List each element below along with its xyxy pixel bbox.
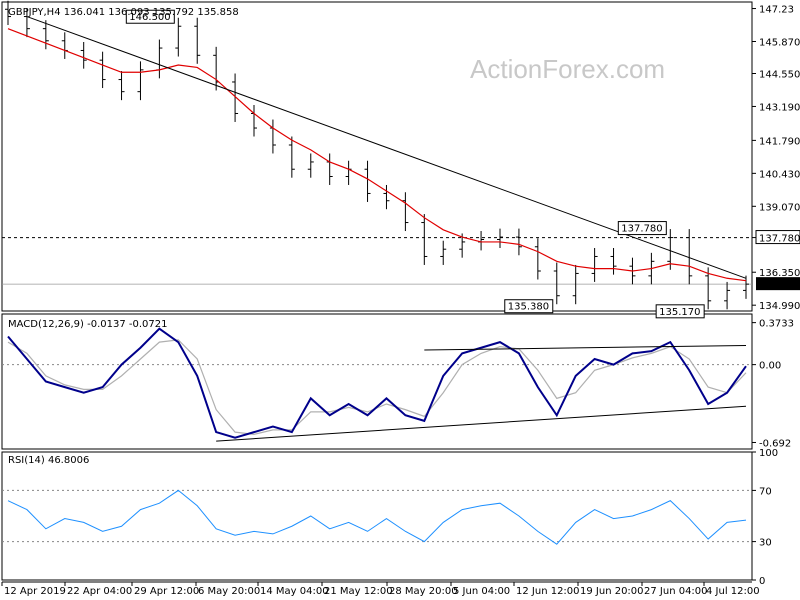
rsi-tick-label: 70 [759, 486, 772, 497]
macd-line [7, 327, 747, 439]
price-tick-label: 139.070 [759, 202, 800, 213]
time-tick-label: 21 May 12:00 [324, 586, 393, 597]
price-tick-label: 141.790 [759, 136, 800, 147]
price-tick-label: 137.780 [759, 234, 800, 245]
rsi-tick-label: 100 [759, 448, 778, 459]
rsi-tick-label: 30 [759, 538, 772, 549]
price-label-137-780: 137.780 [621, 224, 662, 235]
rsi-tick-label: 0 [759, 576, 765, 587]
price-tick-label: 134.990 [759, 301, 800, 312]
time-tick-label: 14 May 04:00 [260, 586, 329, 597]
macd-resistance-line [424, 345, 747, 351]
rsi-line [7, 489, 747, 545]
price-tick-label: 143.190 [759, 102, 800, 113]
time-tick-label: 6 May 20:00 [198, 586, 260, 597]
macd-signal-line [7, 339, 747, 435]
time-tick-label: 29 Apr 12:00 [134, 586, 199, 597]
watermark: ActionForex.com [470, 54, 665, 84]
macd-tick-label: 0.00 [759, 361, 781, 372]
price-tick-label: 145.870 [759, 38, 800, 49]
price-pane-title: GBPJPY,H4 136.041 136.093 135.792 135.85… [8, 7, 239, 18]
macd-pane-title: MACD(12,26,9) -0.0137 -0.0721 [8, 319, 168, 330]
price-label-135-380: 135.380 [508, 302, 549, 313]
time-tick-label: 28 May 20:00 [389, 586, 458, 597]
rsi-pane-title: RSI(14) 46.8006 [8, 455, 89, 466]
time-tick-label: 12 Apr 2019 [4, 586, 66, 597]
time-tick-label: 5 Jun 04:00 [453, 586, 510, 597]
pane-frame-3 [1, 451, 753, 581]
price-label-135-170: 135.170 [659, 307, 700, 318]
price-bars [5, 0, 749, 310]
time-tick-label: 4 Jul 12:00 [706, 586, 760, 597]
price-tick-label: 144.550 [759, 69, 800, 80]
current-price-label: 135.858 [759, 280, 800, 291]
time-tick-label: 22 Apr 04:00 [67, 586, 132, 597]
time-tick-label: 12 Jun 12:00 [516, 586, 580, 597]
time-tick-label: 27 Jun 04:00 [644, 586, 708, 597]
macd-tick-label: 0.3733 [759, 319, 794, 330]
price-tick-label: 147.23 [759, 5, 794, 16]
price-tick-label: 140.430 [759, 169, 800, 180]
time-tick-label: 19 Jun 20:00 [580, 586, 644, 597]
chart-canvas: ActionForex.com146.500137.780135.380 135.… [1, 0, 800, 597]
